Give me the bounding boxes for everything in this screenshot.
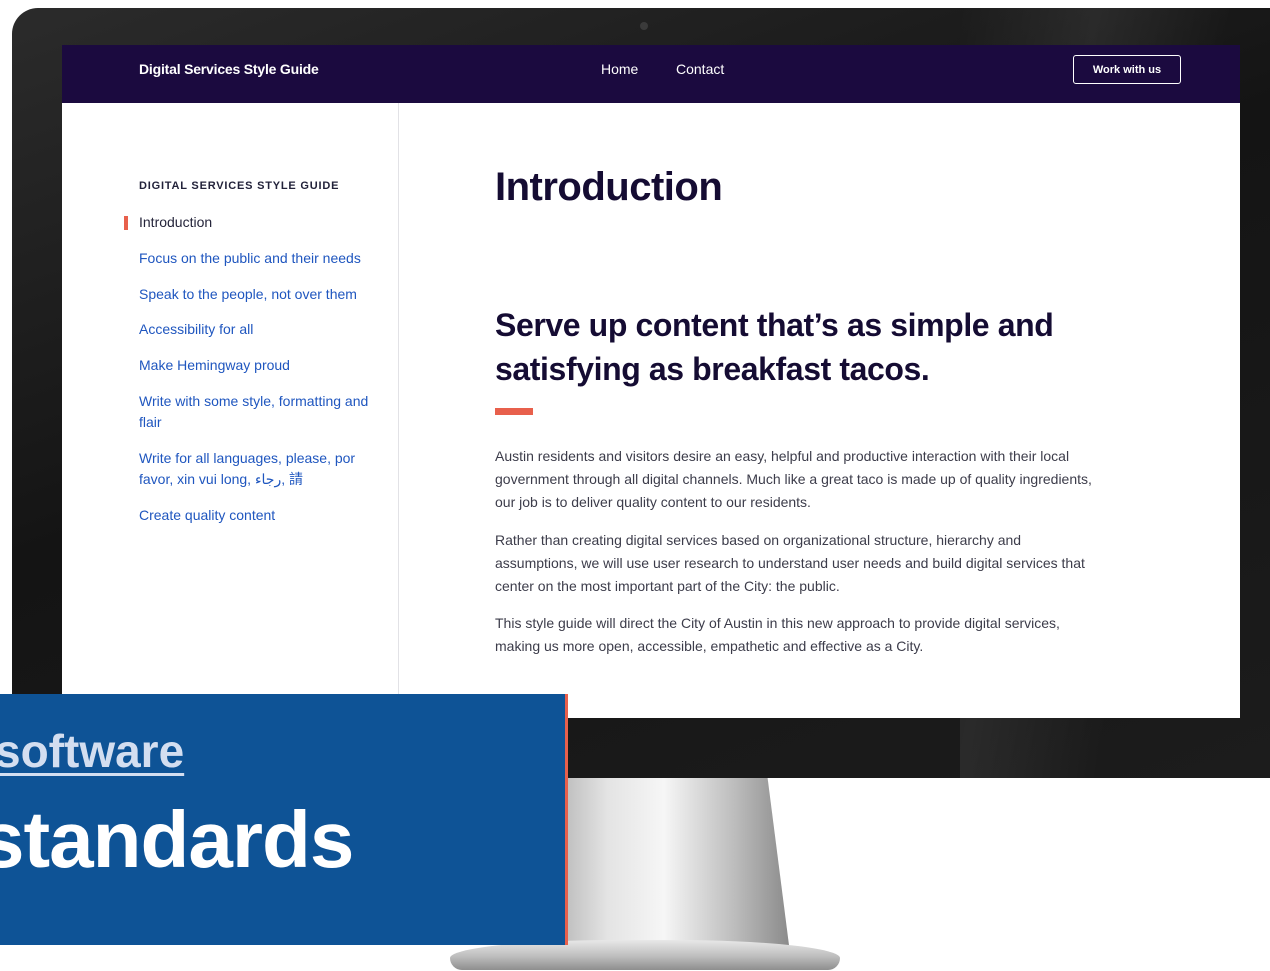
active-item-marker	[124, 216, 128, 230]
software-link[interactable]: software	[0, 724, 184, 778]
page-title: Introduction	[495, 165, 723, 209]
site-header: Digital Services Style Guide Home Contac…	[62, 45, 1240, 103]
sidebar-item-accessibility[interactable]: Accessibility for all	[139, 319, 384, 340]
sidebar-item-quality-content[interactable]: Create quality content	[139, 505, 384, 526]
intro-paragraph-2: Rather than creating digital services ba…	[495, 532, 1085, 594]
sidebar-heading: DIGITAL SERVICES STYLE GUIDE	[139, 180, 340, 192]
work-with-us-button[interactable]: Work with us	[1073, 55, 1181, 84]
intro-paragraph-1: Austin residents and visitors desire an …	[495, 448, 1092, 510]
sidebar-item-introduction[interactable]: Introduction	[139, 212, 384, 233]
overlay-banner: software standards	[0, 694, 568, 945]
webcam-icon	[640, 22, 648, 30]
sidebar-item-speak-people[interactable]: Speak to the people, not over them	[139, 284, 384, 305]
site-title[interactable]: Digital Services Style Guide	[139, 61, 319, 77]
monitor-screen: Digital Services Style Guide Home Contac…	[62, 45, 1240, 718]
accent-bar	[495, 408, 533, 415]
nav-home-link[interactable]: Home	[601, 61, 638, 77]
sidebar-item-hemingway[interactable]: Make Hemingway proud	[139, 355, 384, 376]
sidebar-item-focus-public[interactable]: Focus on the public and their needs	[139, 248, 384, 269]
nav-contact-link[interactable]: Contact	[676, 61, 724, 77]
intro-paragraph-3: This style guide will direct the City of…	[495, 615, 1060, 654]
sidebar-item-all-languages[interactable]: Write for all languages, please, por fav…	[139, 448, 384, 490]
sidebar-item-style-formatting[interactable]: Write with some style, formatting and fl…	[139, 391, 384, 433]
tagline-heading: Serve up content that’s as simple and sa…	[495, 307, 1054, 387]
banner-heading: standards	[0, 795, 354, 884]
sidebar-divider	[398, 103, 399, 718]
